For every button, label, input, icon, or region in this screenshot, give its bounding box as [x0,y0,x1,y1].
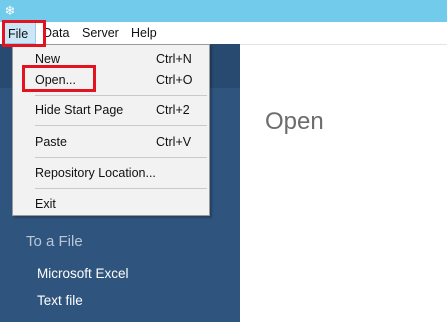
menu-help[interactable]: Help [131,22,157,44]
page-title: Open [265,108,324,135]
menu-item-label: Paste [35,135,67,149]
menu-item-shortcut: Ctrl+2 [156,103,190,117]
title-bar: ❄ [0,0,447,22]
menu-item-shortcut: Ctrl+N [156,52,192,66]
highlight-box-open [22,65,96,92]
menu-item-exit[interactable]: Exit [13,193,209,215]
menu-separator [35,95,207,96]
menu-item-label: Repository Location... [35,166,156,180]
sidebar-heading: To a File [26,233,83,250]
menu-separator [35,125,207,126]
menu-separator [35,157,207,158]
menu-bar: File Data Server Help [0,22,447,45]
menu-item-repository-location[interactable]: Repository Location... [13,162,209,184]
menu-item-shortcut: Ctrl+O [156,73,193,87]
menu-data[interactable]: Data [43,22,69,44]
sidebar-link-text-file[interactable]: Text file [37,293,83,308]
menu-item-label: Hide Start Page [35,103,124,117]
menu-item-paste[interactable]: Paste Ctrl+V [13,131,209,153]
menu-item-hide-start-page[interactable]: Hide Start Page Ctrl+2 [13,99,209,121]
menu-server[interactable]: Server [82,22,119,44]
highlight-box-file [2,20,46,47]
sidebar-link-excel[interactable]: Microsoft Excel [37,266,129,281]
app-icon: ❄ [4,3,16,18]
menu-separator [35,188,207,189]
menu-item-label: Exit [35,197,56,211]
menu-item-shortcut: Ctrl+V [156,135,192,149]
